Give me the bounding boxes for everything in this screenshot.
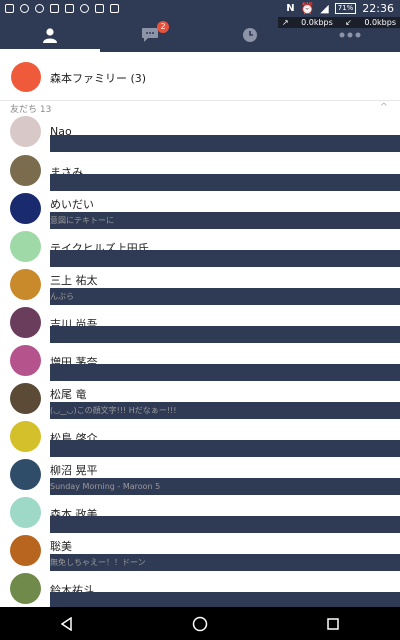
upload-arrow-icon: ↗ (282, 18, 289, 27)
friend-status-message (50, 592, 400, 607)
friend-status-message: 意図にテキトーに (50, 212, 400, 229)
friend-status-message: んぶら (50, 288, 400, 305)
group-row[interactable]: 森本ファミリー (3) (0, 56, 400, 101)
avatar (10, 345, 41, 376)
avatar (10, 535, 41, 566)
friend-name: めいだい (50, 198, 94, 211)
collapse-caret-icon[interactable]: ^ (380, 102, 388, 113)
avatar (10, 497, 41, 528)
back-button[interactable] (37, 607, 97, 640)
upload-speed: 0.0kbps (301, 18, 333, 27)
status-bar: N ⏰ ◢ 71% 22:36 (0, 0, 400, 17)
friend-status-message: (◡‿◡)この顔文字!!! Hだなぁー!!! (50, 402, 400, 419)
person-icon (43, 27, 57, 43)
back-triangle-icon (60, 616, 72, 631)
friend-status-message (50, 326, 400, 343)
notification-icon (35, 4, 44, 13)
clock-time: 22:36 (362, 2, 394, 15)
download-arrow-icon: ↙ (345, 18, 352, 27)
bulb-icon (80, 4, 89, 13)
friend-row[interactable]: 松島 啓介 (0, 418, 400, 457)
notification-icon (20, 4, 29, 13)
status-right: N ⏰ ◢ 71% 22:36 (286, 0, 394, 17)
friend-status-message (50, 364, 400, 381)
nfc-icon: N (286, 3, 295, 14)
avatar (10, 231, 41, 262)
system-nav-bar (0, 607, 400, 640)
avatar (10, 116, 41, 147)
friend-status-message (50, 516, 400, 533)
recents-square-icon (327, 617, 340, 630)
avatar (10, 155, 41, 186)
friend-row[interactable]: Nao (0, 113, 400, 152)
friend-name: 柳沼 晃平 (50, 464, 98, 477)
avatar (10, 307, 41, 338)
image-icon (50, 4, 59, 13)
friend-row[interactable]: 柳沼 晃平 Sunday Morning - Maroon 5 (0, 456, 400, 495)
friend-row[interactable]: テイクヒルズ上田氏 (0, 228, 400, 267)
friend-status-message (50, 174, 400, 191)
tab-bar: 2 ↗ 0.0kbps ↙ 0.0kbps (0, 17, 400, 52)
friend-name: 松尾 竜 (50, 388, 87, 401)
friend-row[interactable]: めいだい 意図にテキトーに (0, 190, 400, 229)
notification-icon (5, 4, 14, 13)
unread-badge: 2 (157, 21, 169, 33)
download-speed: 0.0kbps (364, 18, 396, 27)
chat-bubble-icon (142, 27, 158, 42)
notification-icon (95, 4, 104, 13)
avatar (10, 193, 41, 224)
network-speed-overlay: ↗ 0.0kbps ↙ 0.0kbps (278, 17, 400, 28)
avatar (10, 383, 41, 414)
app-root: N ⏰ ◢ 71% 22:36 2 ↗ 0.0kbps ↙ 0.0kbps 森本… (0, 0, 400, 640)
alarm-icon: ⏰ (300, 2, 315, 15)
friend-row[interactable]: 吉川 尚吾 (0, 304, 400, 343)
tab-friends[interactable] (0, 17, 100, 52)
home-circle-icon (192, 616, 208, 631)
friend-name: 三上 祐太 (50, 274, 98, 287)
friend-row[interactable]: 鈴木祐斗 (0, 570, 400, 607)
friend-row[interactable]: 森本 政美 (0, 494, 400, 533)
friend-status-message: 無免しちゃえー！！ドーン (50, 554, 400, 571)
image-icon (65, 4, 74, 13)
more-dots-icon (339, 32, 361, 37)
home-button[interactable] (170, 607, 230, 640)
friend-status-message (50, 440, 400, 457)
friend-status-message (50, 135, 400, 152)
notification-icon (110, 4, 119, 13)
friend-row[interactable]: 増田 茅奈 (0, 342, 400, 381)
clock-icon (243, 27, 257, 42)
recents-button[interactable] (303, 607, 363, 640)
avatar (10, 459, 41, 490)
signal-icon: ◢ (320, 2, 329, 15)
battery-icon: 71% (334, 3, 357, 14)
group-name: 森本ファミリー (3) (50, 72, 147, 85)
friend-row[interactable]: まさみ (0, 152, 400, 191)
friends-list: 森本ファミリー (3) 友だち 13 ^ Nao まさみ めいだい 意図にテキトーにテ… (0, 52, 400, 607)
avatar (10, 573, 41, 604)
friend-name: 聡美 (50, 540, 72, 553)
avatar (10, 269, 41, 300)
avatar (10, 421, 41, 452)
friend-status-message (50, 250, 400, 267)
friend-row[interactable]: 松尾 竜 (◡‿◡)この顔文字!!! Hだなぁー!!! (0, 380, 400, 419)
tab-chats[interactable]: 2 (100, 17, 200, 52)
friend-row[interactable]: 聡美 無免しちゃえー！！ドーン (0, 532, 400, 571)
friend-row[interactable]: 三上 祐太 んぶら (0, 266, 400, 305)
friend-status-message: Sunday Morning - Maroon 5 (50, 478, 400, 495)
group-avatar (11, 62, 41, 92)
notification-icons (0, 4, 119, 13)
